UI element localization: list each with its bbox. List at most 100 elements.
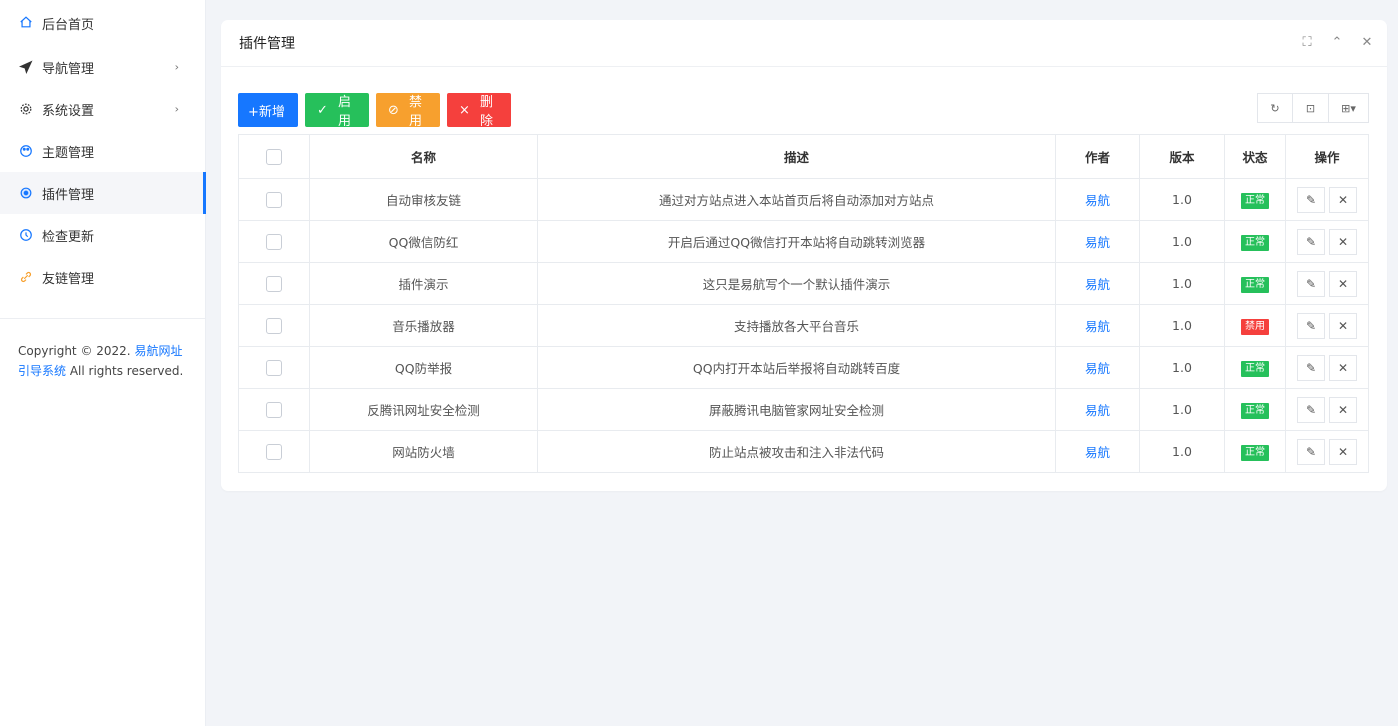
page-title: 插件管理 — [239, 36, 295, 52]
enable-button[interactable]: ✓ 启用 — [305, 93, 369, 129]
delete-icon[interactable]: ✕ — [1329, 270, 1357, 297]
delete-icon[interactable]: ✕ — [1329, 354, 1357, 381]
plugin-author[interactable]: 易航 — [1055, 430, 1140, 473]
ops-cell: ✎ ✕ — [1285, 430, 1369, 473]
copyright-prefix: Copyright © 2022. — [18, 344, 135, 358]
status-badge[interactable]: 正常 — [1241, 402, 1269, 419]
status-badge[interactable]: 正常 — [1241, 360, 1269, 377]
enable-button-label: 启用 — [337, 95, 351, 129]
header-name[interactable]: 名称 — [309, 134, 538, 179]
plugin-card: 插件管理 ⛶ ⌃ ✕ +新增 ✓ 启用 ⊘ 禁用 × 删除 ↻ ⊡ ⊞▾ 名称 描述 … — [221, 20, 1387, 491]
table-tools: ↻ ⊡ ⊞▾ — [1257, 93, 1369, 123]
header-version[interactable]: 版本 — [1139, 134, 1225, 179]
sidebar-item-3[interactable]: 主题管理 — [0, 130, 205, 172]
plugin-name: 网站防火墙 — [309, 430, 538, 473]
delete-button[interactable]: × 删除 — [447, 93, 511, 129]
delete-icon[interactable]: ✕ — [1329, 396, 1357, 423]
edit-icon[interactable]: ✎ — [1297, 228, 1325, 255]
edit-icon[interactable]: ✎ — [1297, 438, 1325, 465]
plugin-author[interactable]: 易航 — [1055, 262, 1140, 305]
edit-icon[interactable]: ✎ — [1297, 270, 1325, 297]
status-cell: 正常 — [1224, 346, 1286, 389]
status-badge[interactable]: 正常 — [1241, 276, 1269, 293]
plugin-name: 插件演示 — [309, 262, 538, 305]
row-checkbox[interactable] — [266, 401, 282, 418]
collapse-icon[interactable]: ⌃ — [1329, 33, 1345, 51]
status-cell: 正常 — [1224, 220, 1286, 263]
table-row[interactable]: 插件演示 这只是易航写个一个默认插件演示 易航 1.0 正常 ✎ ✕ — [238, 262, 1369, 305]
fullscreen-icon[interactable]: ⛶ — [1299, 33, 1315, 51]
ops-cell: ✎ ✕ — [1285, 178, 1369, 221]
status-badge[interactable]: 禁用 — [1241, 318, 1269, 335]
sidebar-item-label: 系统设置 — [42, 103, 95, 119]
row-checkbox[interactable] — [266, 275, 282, 292]
plugin-version: 1.0 — [1139, 262, 1225, 305]
row-checkbox[interactable] — [266, 359, 282, 376]
header-ops: 操作 — [1285, 134, 1369, 179]
plugin-author[interactable]: 易航 — [1055, 304, 1140, 347]
edit-icon[interactable]: ✎ — [1297, 186, 1325, 213]
plugin-version: 1.0 — [1139, 346, 1225, 389]
table-row[interactable]: 网站防火墙 防止站点被攻击和注入非法代码 易航 1.0 正常 ✎ ✕ — [238, 430, 1369, 473]
header-author[interactable]: 作者 — [1055, 134, 1140, 179]
delete-icon[interactable]: ✕ — [1329, 186, 1357, 213]
plugin-author[interactable]: 易航 — [1055, 388, 1140, 431]
sidebar-item-5[interactable]: 检查更新 — [0, 214, 205, 256]
sidebar-item-6[interactable]: 友链管理 — [0, 256, 205, 298]
ops-cell: ✎ ✕ — [1285, 388, 1369, 431]
add-button[interactable]: +新增 — [238, 93, 298, 127]
table-row[interactable]: QQ微信防红 开启后通过QQ微信打开本站将自动跳转浏览器 易航 1.0 正常 ✎ ✕ — [238, 220, 1369, 263]
disable-button[interactable]: ⊘ 禁用 — [376, 93, 440, 129]
sidebar-item-2[interactable]: 系统设置 › — [0, 88, 205, 130]
columns-icon[interactable]: ⊞▾ — [1329, 93, 1369, 123]
edit-icon[interactable]: ✎ — [1297, 354, 1325, 381]
delete-icon[interactable]: ✕ — [1329, 312, 1357, 339]
select-all-cell — [238, 134, 310, 179]
refresh-icon[interactable]: ↻ — [1257, 93, 1293, 123]
sidebar-item-label: 检查更新 — [42, 229, 95, 245]
plugin-author[interactable]: 易航 — [1055, 178, 1140, 221]
card-header: 插件管理 ⛶ ⌃ ✕ — [221, 20, 1387, 67]
plugin-author[interactable]: 易航 — [1055, 346, 1140, 389]
sidebar-item-0[interactable]: 后台首页 — [0, 6, 205, 46]
status-cell: 正常 — [1224, 178, 1286, 221]
refresh-icon — [18, 227, 34, 243]
plugin-version: 1.0 — [1139, 304, 1225, 347]
table-row[interactable]: QQ防举报 QQ内打开本站后举报将自动跳转百度 易航 1.0 正常 ✎ ✕ — [238, 346, 1369, 389]
delete-icon[interactable]: ✕ — [1329, 228, 1357, 255]
plugin-version: 1.0 — [1139, 178, 1225, 221]
row-select-cell — [238, 262, 310, 305]
header-desc[interactable]: 描述 — [537, 134, 1056, 179]
row-checkbox[interactable] — [266, 443, 282, 460]
plugin-table: 名称 描述 作者 版本 状态 操作 自动审核友链 通过对方站点进入本站首页后将自动… — [238, 134, 1369, 473]
plugin-desc: 开启后通过QQ微信打开本站将自动跳转浏览器 — [537, 220, 1056, 263]
sidebar-item-1[interactable]: 导航管理 › — [0, 46, 205, 88]
row-select-cell — [238, 220, 310, 263]
plugin-name: 音乐播放器 — [309, 304, 538, 347]
export-icon[interactable]: ⊡ — [1293, 93, 1329, 123]
delete-icon[interactable]: ✕ — [1329, 438, 1357, 465]
table-row[interactable]: 自动审核友链 通过对方站点进入本站首页后将自动添加对方站点 易航 1.0 正常 ✎ ✕ — [238, 178, 1369, 221]
select-all-checkbox[interactable] — [266, 148, 282, 165]
close-icon[interactable]: ✕ — [1359, 33, 1375, 51]
edit-icon[interactable]: ✎ — [1297, 396, 1325, 423]
status-badge[interactable]: 正常 — [1241, 192, 1269, 209]
status-badge[interactable]: 正常 — [1241, 234, 1269, 251]
row-select-cell — [238, 304, 310, 347]
row-checkbox[interactable] — [266, 317, 282, 334]
edit-icon[interactable]: ✎ — [1297, 312, 1325, 339]
status-badge[interactable]: 正常 — [1241, 444, 1269, 461]
table-row[interactable]: 反腾讯网址安全检测 屏蔽腾讯电脑管家网址安全检测 易航 1.0 正常 ✎ ✕ — [238, 388, 1369, 431]
row-checkbox[interactable] — [266, 191, 282, 208]
plugin-author[interactable]: 易航 — [1055, 220, 1140, 263]
row-select-cell — [238, 430, 310, 473]
sidebar-item-4[interactable]: 插件管理 — [0, 172, 206, 214]
table-row[interactable]: 音乐播放器 支持播放各大平台音乐 易航 1.0 禁用 ✎ ✕ — [238, 304, 1369, 347]
row-actions: ✎ ✕ — [1297, 312, 1357, 339]
plugin-version: 1.0 — [1139, 220, 1225, 263]
copyright-suffix: All rights reserved. — [66, 364, 184, 378]
row-checkbox[interactable] — [266, 233, 282, 250]
header-status[interactable]: 状态 — [1224, 134, 1286, 179]
copyright: Copyright © 2022. 易航网址引导系统 All rights re… — [0, 341, 205, 381]
ops-cell: ✎ ✕ — [1285, 262, 1369, 305]
